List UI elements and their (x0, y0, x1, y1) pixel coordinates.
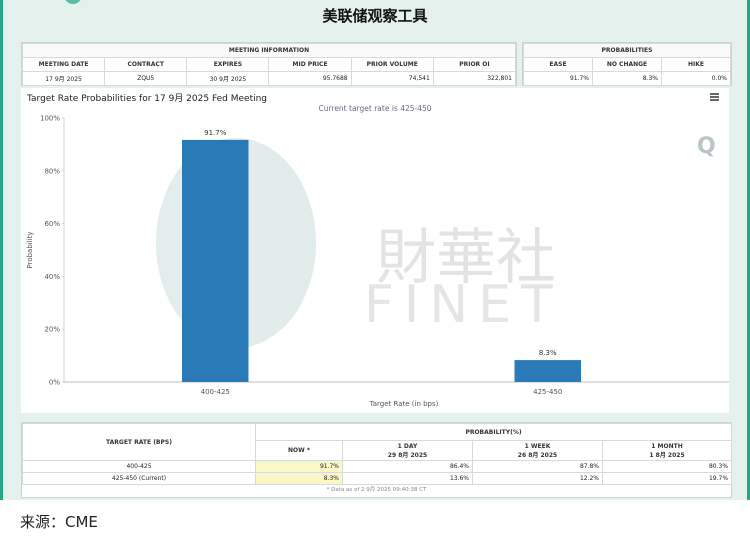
one-day-date: 29 8月 2025 (387, 451, 428, 459)
no-change-cell: 8.3% (592, 71, 662, 86)
meeting-information-table: MEETING INFORMATION MEETING DATE CONTRAC… (21, 43, 517, 86)
column-header: EXPIRES (186, 57, 270, 72)
target-rate-probability-panel: TARGET RATE (BPS) PROBABILITY(%) NOW * 1… (21, 422, 733, 498)
y-axis-ticks: 0% 20% 40% 60% 80% 100% (40, 115, 64, 387)
prior-oi-cell: 322,801 (432, 71, 517, 86)
column-header-1-week: 1 WEEK 26 8月 2025 (472, 440, 603, 461)
column-header-now: NOW * (255, 440, 343, 461)
column-header-1-day: 1 DAY 29 8月 2025 (342, 440, 473, 461)
one-week-label: 1 WEEK (524, 442, 551, 450)
probability-cell: 91.7% (255, 460, 343, 473)
one-month-date: 1 8月 2025 (649, 451, 685, 459)
chart-panel: Target Rate Probabilities for 17 9月 2025… (21, 88, 729, 413)
bar-400-425[interactable] (182, 139, 249, 382)
column-header: PRIOR VOLUME (350, 57, 434, 72)
contract-cell: ZQU5 (104, 71, 188, 86)
mid-price-cell: 95.7688 (268, 71, 352, 86)
bar-425-450[interactable] (514, 360, 582, 382)
y-tick-label: 100% (40, 115, 60, 123)
x-tick-label: 425-450 (533, 388, 562, 396)
column-header: HIKE (661, 57, 731, 72)
meeting-information-panel: MEETING INFORMATION MEETING DATE CONTRAC… (21, 42, 517, 86)
table-row: 425-450 (Current) 8.3% 13.6% 12.2% 19.7% (22, 472, 733, 485)
prior-volume-cell: 74,541 (350, 71, 434, 86)
column-header: CONTRACT (104, 57, 188, 72)
probability-cell: 86.4% (342, 460, 473, 473)
column-header-1-month: 1 MONTH 1 8月 2025 (601, 440, 733, 461)
probability-header: PROBABILITY(%) (254, 423, 733, 441)
column-header: NO CHANGE (592, 57, 662, 72)
probability-cell: 87.8% (472, 460, 603, 473)
table-row: 400-425 91.7% 86.4% 87.8% 80.3% (22, 460, 733, 473)
now-label: NOW * (288, 447, 310, 454)
probability-cell: 80.3% (601, 460, 733, 473)
column-header: MID PRICE (268, 57, 352, 72)
target-rate-cell: 425-450 (Current) (22, 472, 256, 485)
probabilities-panel: PROBABILITIES EASE NO CHANGE HIKE 91.7% … (522, 42, 732, 86)
y-axis-label: Probability (26, 231, 34, 268)
left-border (0, 0, 3, 500)
source-label: 来源：CME (20, 513, 98, 531)
hike-cell: 0.0% (661, 71, 731, 86)
data-timestamp-footnote: * Data as of 2 9月 2025 09:40:38 CT (326, 487, 427, 493)
column-header: MEETING DATE (21, 57, 106, 72)
bar-data-label: 91.7% (204, 129, 227, 137)
one-day-label: 1 DAY (397, 442, 418, 450)
watermark-english-text: FINET (364, 275, 563, 335)
ease-cell: 91.7% (523, 71, 593, 86)
chart-subtitle: Current target rate is 425-450 (318, 104, 431, 113)
one-week-date: 26 8月 2025 (517, 451, 558, 459)
y-tick-label: 0% (49, 379, 60, 387)
x-axis-label: Target Rate (in bps) (369, 400, 439, 408)
table-row: 17 9月 2025 ZQU5 30 9月 2025 95.7688 74,54… (21, 71, 517, 86)
target-rate-probability-table: TARGET RATE (BPS) PROBABILITY(%) NOW * 1… (22, 423, 733, 485)
y-tick-label: 20% (44, 326, 60, 334)
meeting-information-heading: MEETING INFORMATION (22, 43, 516, 58)
watermark-q-icon: Q (697, 134, 716, 159)
probability-cell: 19.7% (601, 472, 733, 485)
bar-chart: 財華社 FINET Q Current target rate is 425-4… (26, 104, 729, 408)
bar-data-label: 8.3% (539, 349, 557, 357)
meeting-date-cell: 17 9月 2025 (21, 71, 106, 86)
y-tick-label: 60% (44, 220, 60, 228)
target-rate-cell: 400-425 (22, 460, 256, 473)
probabilities-table: PROBABILITIES EASE NO CHANGE HIKE 91.7% … (523, 43, 731, 86)
probability-cell: 8.3% (255, 472, 343, 485)
probability-cell: 12.2% (472, 472, 603, 485)
column-header: EASE (523, 57, 593, 72)
target-rate-header: TARGET RATE (BPS) (22, 423, 256, 461)
x-tick-label: 400-425 (201, 388, 230, 396)
one-month-label: 1 MONTH (651, 442, 683, 450)
expires-cell: 30 9月 2025 (186, 71, 270, 86)
probabilities-heading: PROBABILITIES (523, 43, 731, 58)
column-header: PRIOR OI (432, 57, 517, 72)
y-tick-label: 80% (44, 167, 60, 175)
probability-cell: 13.6% (342, 472, 473, 485)
y-tick-label: 40% (44, 273, 60, 281)
page-title: 美联储观察工具 (322, 7, 428, 25)
table-row: 91.7% 8.3% 0.0% (523, 71, 731, 86)
